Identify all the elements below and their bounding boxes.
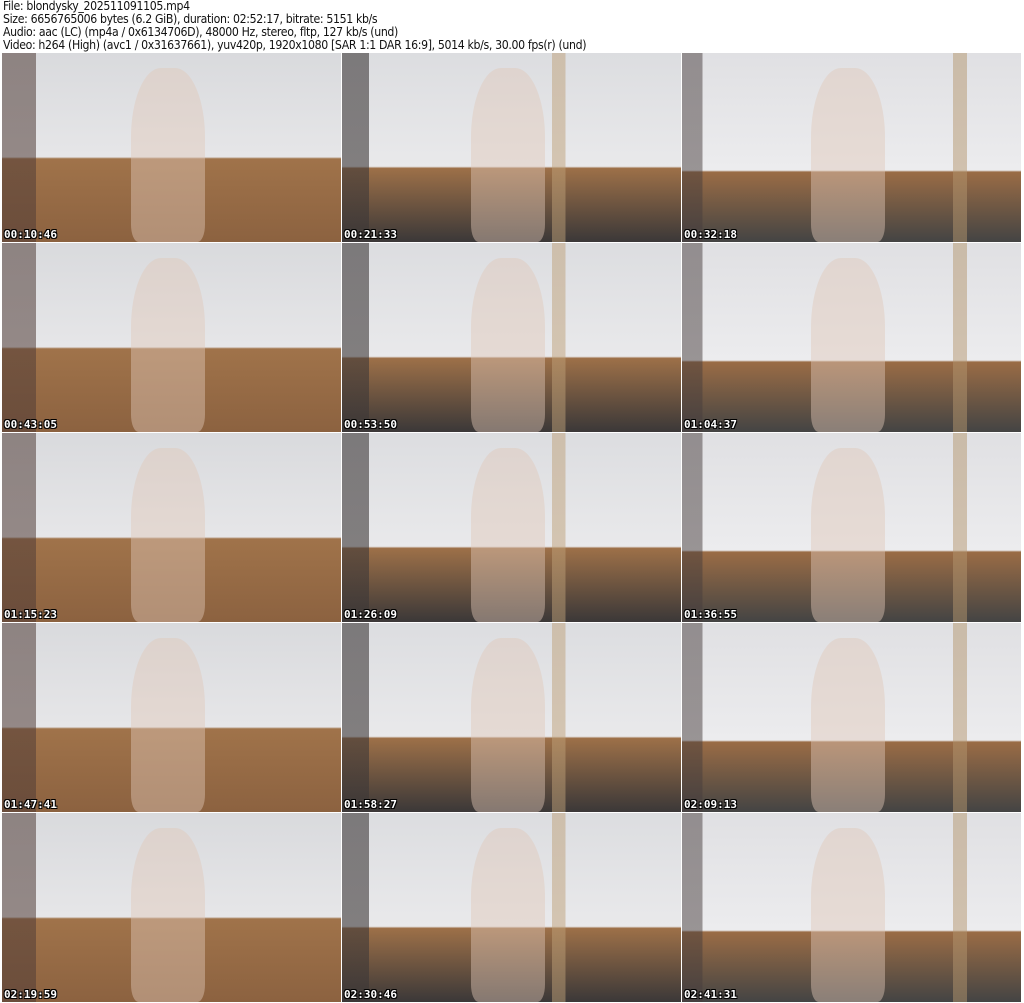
thumbnail-image-placeholder [130,68,206,242]
video-thumbnail: 01:26:09 [342,433,681,622]
video-thumbnail: 02:41:31 [682,813,1021,1002]
file-info-header: File: blondysky_202511091105.mp4 Size: 6… [3,0,587,52]
video-thumbnail: 02:19:59 [2,813,341,1002]
thumbnail-image-placeholder [130,828,206,1002]
thumbnail-image-placeholder [470,448,546,622]
thumbnail-timestamp: 01:36:55 [684,608,737,621]
thumbnail-image-placeholder [810,448,886,622]
video-thumbnail: 01:47:41 [2,623,341,812]
video-info: Video: h264 (High) (avc1 / 0x31637661), … [3,38,587,52]
video-thumbnail: 02:09:13 [682,623,1021,812]
thumbnail-image-placeholder [130,448,206,622]
thumbnail-image-placeholder [470,68,546,242]
video-thumbnail: 00:10:46 [2,53,341,242]
video-thumbnail: 01:58:27 [342,623,681,812]
thumbnail-timestamp: 01:04:37 [684,418,737,431]
thumbnail-timestamp: 01:15:23 [4,608,57,621]
thumbnail-timestamp: 02:30:46 [344,988,397,1001]
thumbnail-timestamp: 00:53:50 [344,418,397,431]
video-thumbnail: 01:15:23 [2,433,341,622]
thumbnail-image-placeholder [130,258,206,432]
thumbnail-image-placeholder [470,828,546,1002]
thumbnail-timestamp: 02:09:13 [684,798,737,811]
thumbnail-image-placeholder [810,258,886,432]
video-thumbnail: 00:21:33 [342,53,681,242]
video-thumbnail: 00:53:50 [342,243,681,432]
thumbnail-image-placeholder [810,638,886,812]
thumbnail-image-placeholder [470,638,546,812]
video-thumbnail: 01:36:55 [682,433,1021,622]
thumbnail-image-placeholder [810,68,886,242]
thumbnail-timestamp: 00:43:05 [4,418,57,431]
thumbnail-image-placeholder [810,828,886,1002]
thumbnail-grid: 00:10:46 00:21:33 00:32:18 00:43:05 00:53:50… [2,53,1021,1002]
thumbnail-timestamp: 01:26:09 [344,608,397,621]
thumbnail-image-placeholder [130,638,206,812]
thumbnail-timestamp: 00:32:18 [684,228,737,241]
thumbnail-timestamp: 01:58:27 [344,798,397,811]
thumbnail-timestamp: 01:47:41 [4,798,57,811]
thumbnail-image-placeholder [470,258,546,432]
thumbnail-timestamp: 02:19:59 [4,988,57,1001]
thumbnail-timestamp: 00:10:46 [4,228,57,241]
video-thumbnail: 02:30:46 [342,813,681,1002]
video-thumbnail: 00:43:05 [2,243,341,432]
video-thumbnail: 00:32:18 [682,53,1021,242]
thumbnail-timestamp: 02:41:31 [684,988,737,1001]
thumbnail-timestamp: 00:21:33 [344,228,397,241]
video-thumbnail: 01:04:37 [682,243,1021,432]
